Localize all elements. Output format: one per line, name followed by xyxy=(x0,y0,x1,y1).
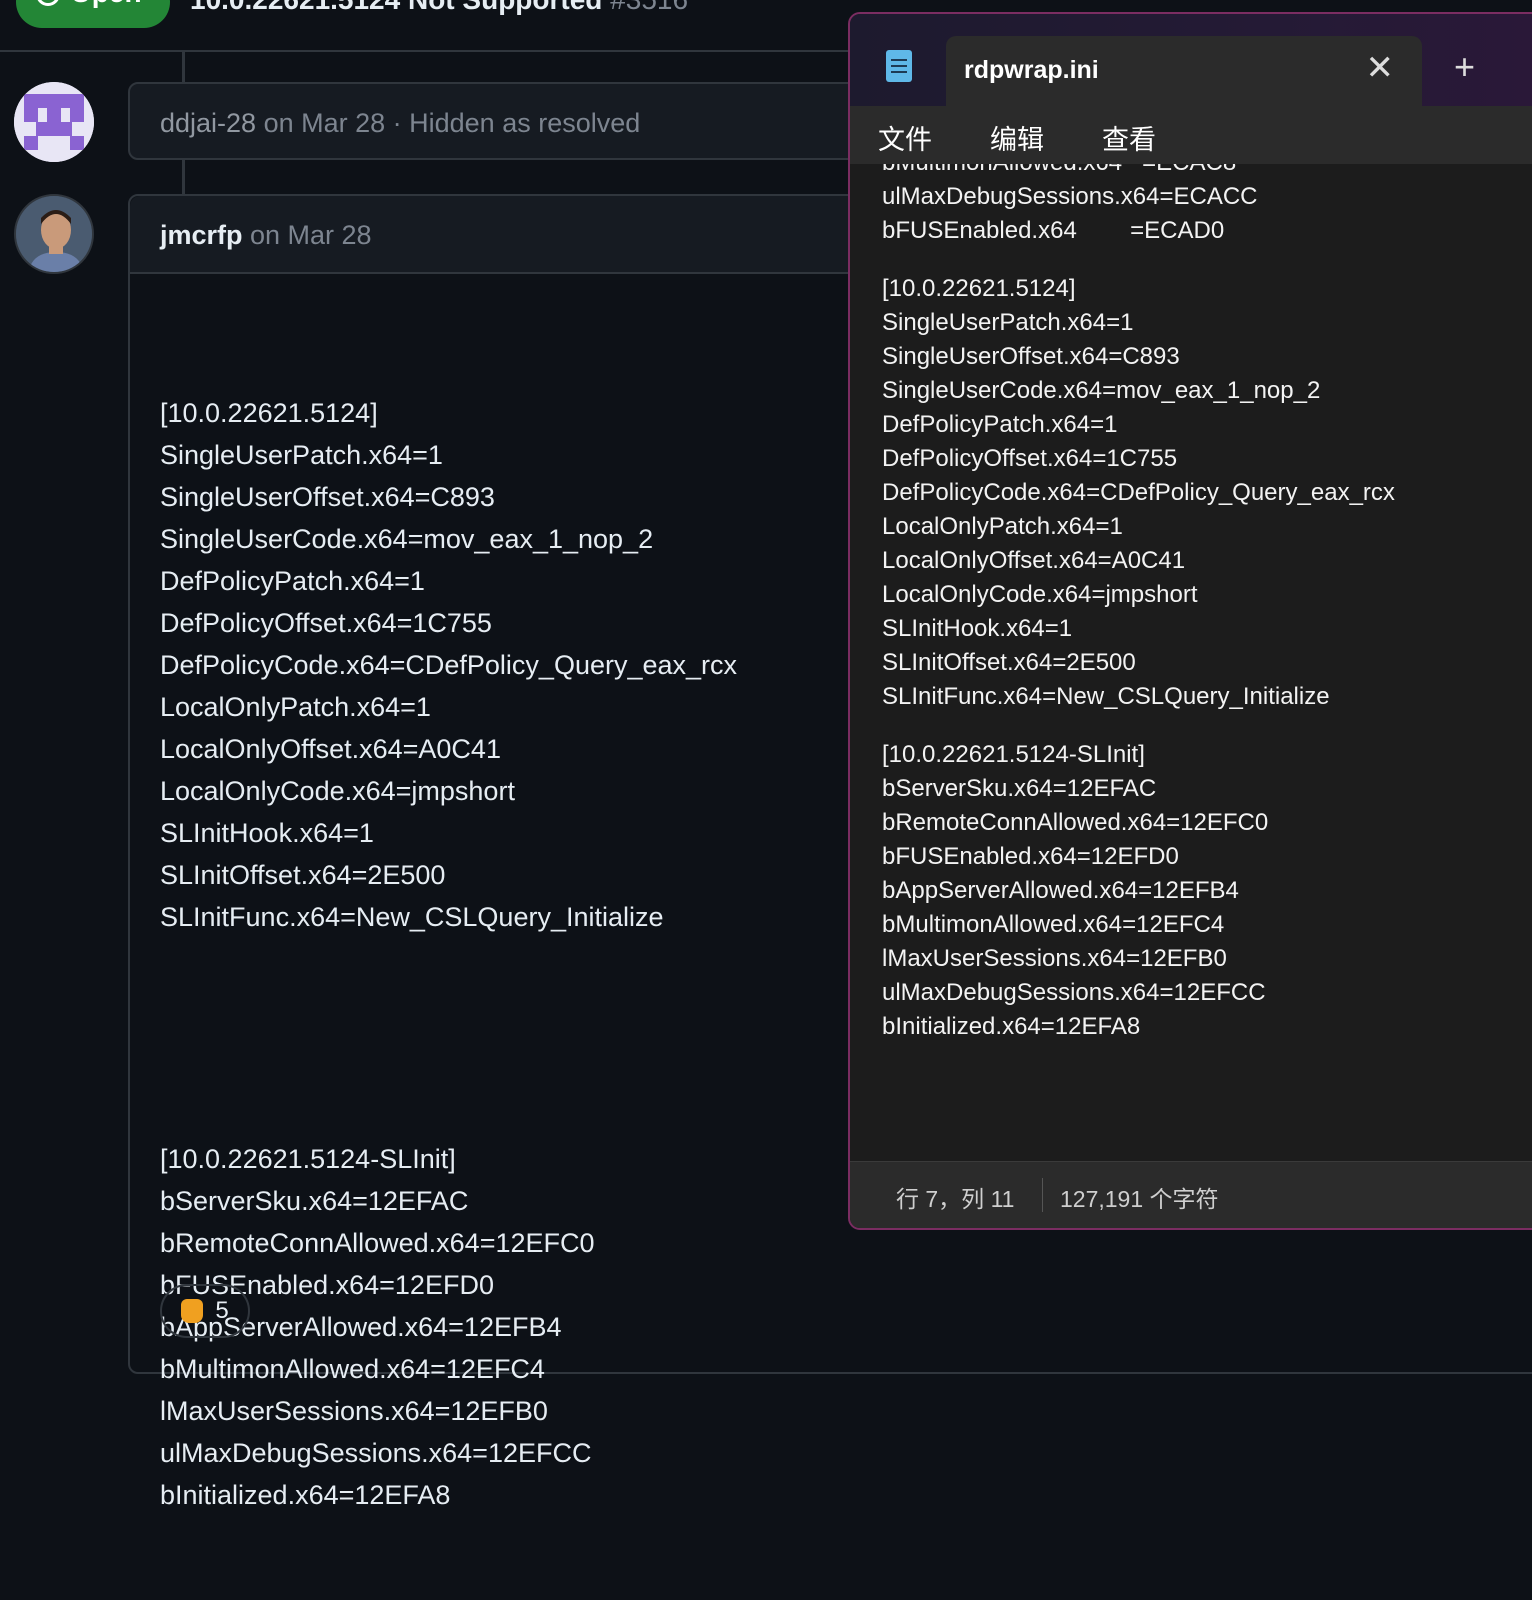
comment-code-line: bInitialized.x64=12EFA8 xyxy=(160,1480,451,1510)
identicon-icon xyxy=(14,82,94,162)
reaction-thumbs-up[interactable]: 5 xyxy=(160,1284,250,1338)
notepad-line: bMultimonAllowed.x64=12EFC4 xyxy=(882,911,1225,938)
notepad-app-icon xyxy=(886,50,912,82)
notepad-line: SLInitHook.x64=1 xyxy=(882,615,1073,642)
close-icon[interactable]: ✕ xyxy=(1366,48,1395,88)
comment-code-line: ulMaxDebugSessions.x64=12EFCC xyxy=(160,1438,592,1468)
notepad-line: LocalOnlyOffset.x64=A0C41 xyxy=(882,547,1186,574)
menu-edit[interactable]: 编辑 xyxy=(990,118,1044,157)
comment-date[interactable]: on Mar 28 xyxy=(250,220,372,251)
notepad-line xyxy=(882,714,1395,738)
issue-number[interactable]: #3516 xyxy=(610,0,688,15)
notepad-line xyxy=(882,248,1395,272)
timeline-connector xyxy=(182,52,185,82)
notepad-line: [10.0.22621.5124] xyxy=(882,275,1076,302)
user-photo-icon xyxy=(16,196,92,272)
new-tab-icon[interactable]: + xyxy=(1454,46,1475,88)
notepad-line: SLInitOffset.x64=2E500 xyxy=(882,649,1136,676)
timeline-connector xyxy=(182,160,185,194)
notepad-menubar: 文件 编辑 查看 xyxy=(850,106,1532,164)
notepad-line: bRemoteConnAllowed.x64=12EFC0 xyxy=(882,809,1269,836)
notepad-titlebar: rdpwrap.ini ✕ + xyxy=(850,14,1532,106)
notepad-tab[interactable]: rdpwrap.ini ✕ xyxy=(946,36,1422,106)
status-badge: Open xyxy=(16,0,170,28)
comment-code-line: SingleUserCode.x64=mov_eax_1_nop_2 xyxy=(160,524,654,554)
comment-config-block-1: [10.0.22621.5124] SingleUserPatch.x64=1 Si… xyxy=(160,392,737,938)
notepad-text: bMultimonAllowed.x64 =ECAC8 ulMaxDebugSes… xyxy=(882,164,1395,1044)
comment-code-line: DefPolicyPatch.x64=1 xyxy=(160,566,425,596)
notepad-line: bMultimonAllowed.x64 =ECAC8 xyxy=(882,164,1395,180)
menu-view[interactable]: 查看 xyxy=(1102,118,1156,157)
notepad-line: bFUSEnabled.x64 =ECAD0 xyxy=(882,217,1225,244)
issue-title-text: 10.0.22621.5124 Not Supported xyxy=(190,0,602,15)
notepad-editor[interactable]: bMultimonAllowed.x64 =ECAC8 ulMaxDebugSes… xyxy=(850,164,1532,1162)
notepad-tab-title: rdpwrap.ini xyxy=(964,56,1099,84)
comment-code-line: lMaxUserSessions.x64=12EFB0 xyxy=(160,1396,548,1426)
notepad-line: DefPolicyPatch.x64=1 xyxy=(882,411,1118,438)
issue-title: 10.0.22621.5124 Not Supported #3516 xyxy=(190,0,688,16)
avatar-ddjai[interactable] xyxy=(14,82,94,162)
comment-body: [10.0.22621.5124] SingleUserPatch.x64=1 Si… xyxy=(160,308,737,1600)
notepad-line: SLInitFunc.x64=New_CSLQuery_Initialize xyxy=(882,683,1330,710)
comment-code-line: DefPolicyCode.x64=CDefPolicy_Query_eax_r… xyxy=(160,650,738,680)
status-label: Open xyxy=(70,0,142,9)
comment-code-line: SLInitOffset.x64=2E500 xyxy=(160,860,446,890)
notepad-line: DefPolicyOffset.x64=1C755 xyxy=(882,445,1178,472)
notepad-statusbar: 行 7，列 11 127,191 个字符 xyxy=(850,1161,1532,1228)
notepad-line: lMaxUserSessions.x64=12EFB0 xyxy=(882,945,1227,972)
comment-code-line: [10.0.22621.5124] xyxy=(160,398,378,428)
notepad-line: LocalOnlyCode.x64=jmpshort xyxy=(882,581,1198,608)
comment-code-line: LocalOnlyCode.x64=jmpshort xyxy=(160,776,515,806)
comment-code-line: SingleUserOffset.x64=C893 xyxy=(160,482,495,512)
thumbs-up-icon xyxy=(181,1299,204,1323)
comment-code-line: LocalOnlyOffset.x64=A0C41 xyxy=(160,734,501,764)
comment-code-line: bMultimonAllowed.x64=12EFC4 xyxy=(160,1354,545,1384)
notepad-line: bServerSku.x64=12EFAC xyxy=(882,775,1157,802)
issue-open-icon xyxy=(36,0,60,6)
comment-code-line: LocalOnlyPatch.x64=1 xyxy=(160,692,431,722)
notepad-line: bAppServerAllowed.x64=12EFB4 xyxy=(882,877,1239,904)
comment-config-block-2: [10.0.22621.5124-SLInit] bServerSku.x64=1… xyxy=(160,1138,737,1516)
notepad-line: SingleUserOffset.x64=C893 xyxy=(882,343,1180,370)
hidden-comment-meta: on Mar 28 · Hidden as resolved xyxy=(256,108,641,138)
character-count: 127,191 个字符 xyxy=(1060,1186,1219,1212)
comment-code-line: [10.0.22621.5124-SLInit] xyxy=(160,1144,456,1174)
avatar-jmcrfp[interactable] xyxy=(14,194,94,274)
notepad-line: DefPolicyCode.x64=CDefPolicy_Query_eax_r… xyxy=(882,479,1395,506)
notepad-line: SingleUserCode.x64=mov_eax_1_nop_2 xyxy=(882,377,1321,404)
comment-code-line: SLInitFunc.x64=New_CSLQuery_Initialize xyxy=(160,902,664,932)
notepad-window: rdpwrap.ini ✕ + 文件 编辑 查看 bMultimonAllowe… xyxy=(848,12,1532,1230)
notepad-line: bInitialized.x64=12EFA8 xyxy=(882,1013,1141,1040)
comment-author[interactable]: jmcrfp xyxy=(160,220,243,251)
notepad-line: ulMaxDebugSessions.x64=ECACC xyxy=(882,183,1258,210)
notepad-line: ulMaxDebugSessions.x64=12EFCC xyxy=(882,979,1266,1006)
menu-file[interactable]: 文件 xyxy=(878,118,932,157)
comment-code-line: SingleUserPatch.x64=1 xyxy=(160,440,443,470)
comment-code-line: DefPolicyOffset.x64=1C755 xyxy=(160,608,492,638)
reaction-count: 5 xyxy=(215,1297,229,1324)
hidden-comment-header: ddjai-28 on Mar 28 · Hidden as resolved xyxy=(160,108,640,139)
notepad-line: bFUSEnabled.x64=12EFD0 xyxy=(882,843,1179,870)
hidden-comment-author[interactable]: ddjai-28 xyxy=(160,108,256,138)
comment-code-line: bRemoteConnAllowed.x64=12EFC0 xyxy=(160,1228,595,1258)
cursor-position[interactable]: 行 7，列 11 xyxy=(896,1180,1014,1214)
comment-code-line: SLInitHook.x64=1 xyxy=(160,818,374,848)
notepad-line: [10.0.22621.5124-SLInit] xyxy=(882,741,1145,768)
notepad-line: SingleUserPatch.x64=1 xyxy=(882,309,1134,336)
notepad-line: LocalOnlyPatch.x64=1 xyxy=(882,513,1123,540)
status-divider xyxy=(1042,1178,1043,1212)
comment-code-line: bServerSku.x64=12EFAC xyxy=(160,1186,469,1216)
